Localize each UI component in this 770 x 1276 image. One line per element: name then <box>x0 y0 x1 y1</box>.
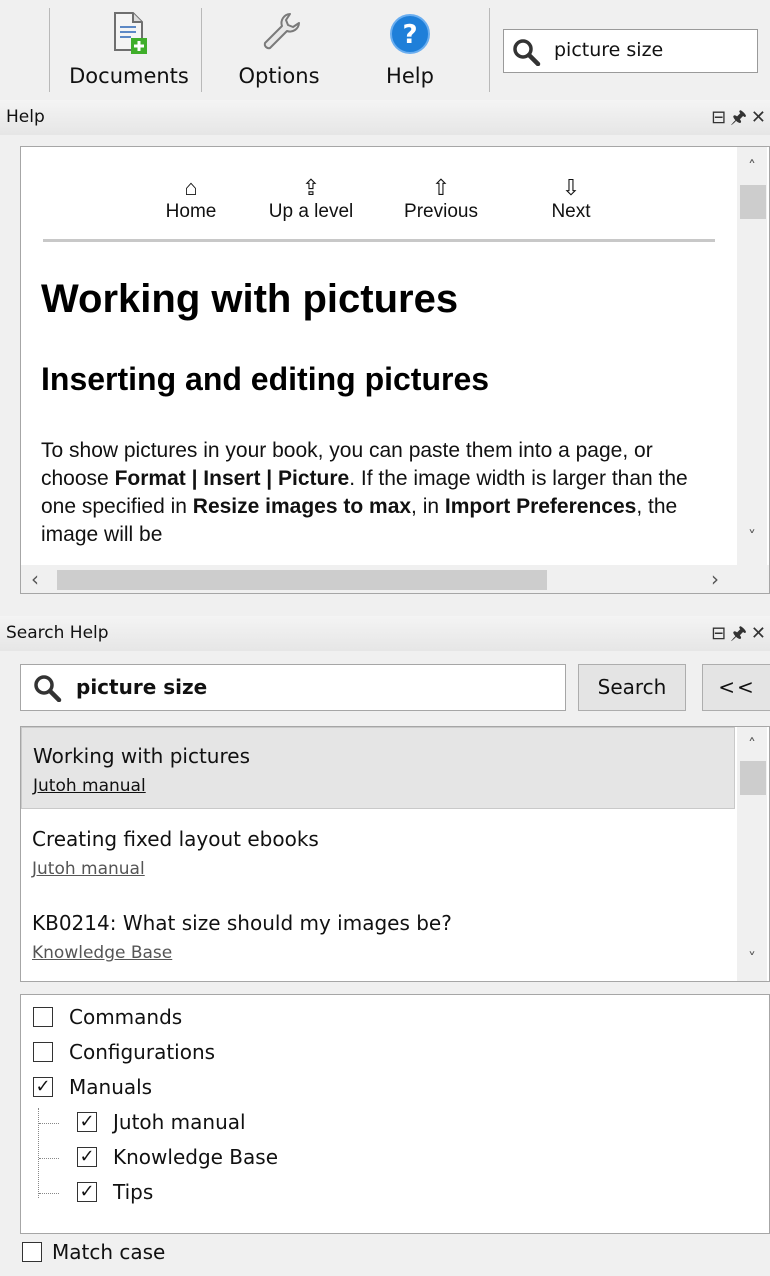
toolbar-separator <box>49 8 50 92</box>
wrench-icon <box>257 10 301 60</box>
search-help-input[interactable]: picture size <box>20 664 566 711</box>
nav-next-label: Next <box>551 201 591 222</box>
scroll-thumb[interactable] <box>57 570 547 590</box>
nav-divider <box>43 239 715 242</box>
filter-knowledge-base-label: Knowledge Base <box>113 1145 278 1169</box>
result-title: Creating fixed layout ebooks <box>32 827 319 851</box>
search-button[interactable]: Search <box>578 664 686 711</box>
pane-controls: ⊟ 🖈 ✕ <box>711 616 770 651</box>
maximize-pane-icon[interactable]: ⊟ <box>711 100 726 135</box>
close-icon[interactable]: ✕ <box>751 100 766 135</box>
search-result-item[interactable]: KB0214: What size should my images be? K… <box>21 895 735 977</box>
help-content-panel: ⌂ Home ⇪ Up a level ⇧ Previous ⇩ Next Wo… <box>20 146 770 594</box>
filter-tips-label: Tips <box>113 1180 154 1204</box>
close-icon[interactable]: ✕ <box>751 616 766 651</box>
filter-configurations-label: Configurations <box>69 1040 216 1064</box>
search-pane-titlebar: Search Help ⊟ 🖈 ✕ <box>0 616 770 651</box>
checkbox-configurations[interactable] <box>33 1042 53 1062</box>
result-title: KB0214: What size should my images be? <box>32 911 452 935</box>
home-icon: ⌂ <box>184 175 198 200</box>
results-vertical-scrollbar[interactable]: ˄ ˅ <box>737 727 767 981</box>
tree-connector <box>39 1158 59 1160</box>
checkbox-knowledge-base[interactable]: ✓ <box>77 1147 97 1167</box>
checkbox-commands[interactable] <box>33 1007 53 1027</box>
result-source-link[interactable]: Knowledge Base <box>32 943 172 963</box>
scroll-up-icon[interactable]: ˄ <box>737 157 767 176</box>
toolbar-separator <box>201 8 202 92</box>
document-add-icon <box>109 10 149 60</box>
toolbar-search-text: picture size <box>554 39 664 61</box>
help-vertical-scrollbar[interactable]: ˄ ˅ <box>737 147 767 565</box>
nav-next-link[interactable]: ⇩ Next <box>541 175 601 223</box>
up-level-icon: ⇪ <box>301 175 321 200</box>
documents-label: Documents <box>69 64 189 88</box>
help-heading-1: Working with pictures <box>41 277 459 321</box>
scroll-right-icon[interactable]: › <box>711 565 719 593</box>
options-button[interactable]: Options <box>212 4 346 94</box>
checkbox-match-case[interactable] <box>22 1242 42 1262</box>
arrow-up-icon: ⇧ <box>431 175 451 200</box>
result-source-link[interactable]: Jutoh manual <box>32 859 145 879</box>
filter-commands-label: Commands <box>69 1005 183 1029</box>
help-question-icon: ? <box>388 10 432 60</box>
scroll-up-icon[interactable]: ˄ <box>737 735 767 754</box>
search-icon <box>512 38 542 70</box>
arrow-down-icon: ⇩ <box>561 175 581 200</box>
search-query-text: picture size <box>76 675 208 699</box>
documents-button[interactable]: Documents <box>60 4 198 94</box>
help-paragraph: To show pictures in your book, you can p… <box>41 439 688 546</box>
collapse-button[interactable]: << <box>702 664 770 711</box>
help-label: Help <box>386 64 434 88</box>
maximize-pane-icon[interactable]: ⊟ <box>711 616 726 651</box>
scroll-thumb[interactable] <box>740 185 766 219</box>
nav-up-link[interactable]: ⇪ Up a level <box>257 175 365 223</box>
scroll-down-icon[interactable]: ˅ <box>737 527 767 546</box>
search-icon <box>33 674 63 706</box>
nav-home-link[interactable]: ⌂ Home <box>151 175 231 223</box>
tree-connector <box>39 1193 59 1195</box>
nav-home-label: Home <box>165 201 217 222</box>
toolbar-separator <box>489 8 490 92</box>
result-source-link[interactable]: Jutoh manual <box>33 776 146 796</box>
main-toolbar: Documents Options ? Help picture size <box>0 0 770 98</box>
svg-text:?: ? <box>402 20 417 50</box>
filter-jutoh-manual-label: Jutoh manual <box>113 1110 246 1134</box>
pin-icon[interactable]: 🖈 <box>730 616 747 651</box>
help-button[interactable]: ? Help <box>362 4 458 94</box>
help-pane-title: Help <box>6 107 45 127</box>
help-heading-2: Inserting and editing pictures <box>41 361 490 397</box>
search-pane-title: Search Help <box>6 623 109 643</box>
search-filter-tree: Commands Configurations ✓ Manuals ✓ Juto… <box>20 994 770 1234</box>
filter-manuals-label: Manuals <box>69 1075 153 1099</box>
tree-connector <box>39 1123 59 1125</box>
pin-icon[interactable]: 🖈 <box>730 100 747 135</box>
help-pane-titlebar: Help ⊟ 🖈 ✕ <box>0 100 770 135</box>
options-label: Options <box>238 64 320 88</box>
scroll-thumb[interactable] <box>740 761 766 795</box>
checkbox-jutoh-manual[interactable]: ✓ <box>77 1112 97 1132</box>
nav-previous-link[interactable]: ⇧ Previous <box>393 175 489 223</box>
checkbox-tips[interactable]: ✓ <box>77 1182 97 1202</box>
checkbox-manuals[interactable]: ✓ <box>33 1077 53 1097</box>
nav-previous-label: Previous <box>404 201 478 222</box>
tree-connector <box>38 1108 40 1198</box>
result-title: Working with pictures <box>33 744 250 768</box>
scroll-down-icon[interactable]: ˅ <box>737 949 767 968</box>
search-results-list: Working with pictures Jutoh manual Creat… <box>20 726 770 982</box>
scroll-left-icon[interactable]: ‹ <box>31 565 39 593</box>
toolbar-search-input[interactable]: picture size <box>503 29 758 73</box>
nav-up-label: Up a level <box>268 201 354 222</box>
match-case-label: Match case <box>52 1240 166 1264</box>
search-result-item[interactable]: Creating fixed layout ebooks Jutoh manua… <box>21 811 735 893</box>
search-result-item[interactable]: Working with pictures Jutoh manual <box>21 727 735 809</box>
help-horizontal-scrollbar[interactable]: ‹ › <box>21 565 769 593</box>
pane-controls: ⊟ 🖈 ✕ <box>711 100 770 135</box>
